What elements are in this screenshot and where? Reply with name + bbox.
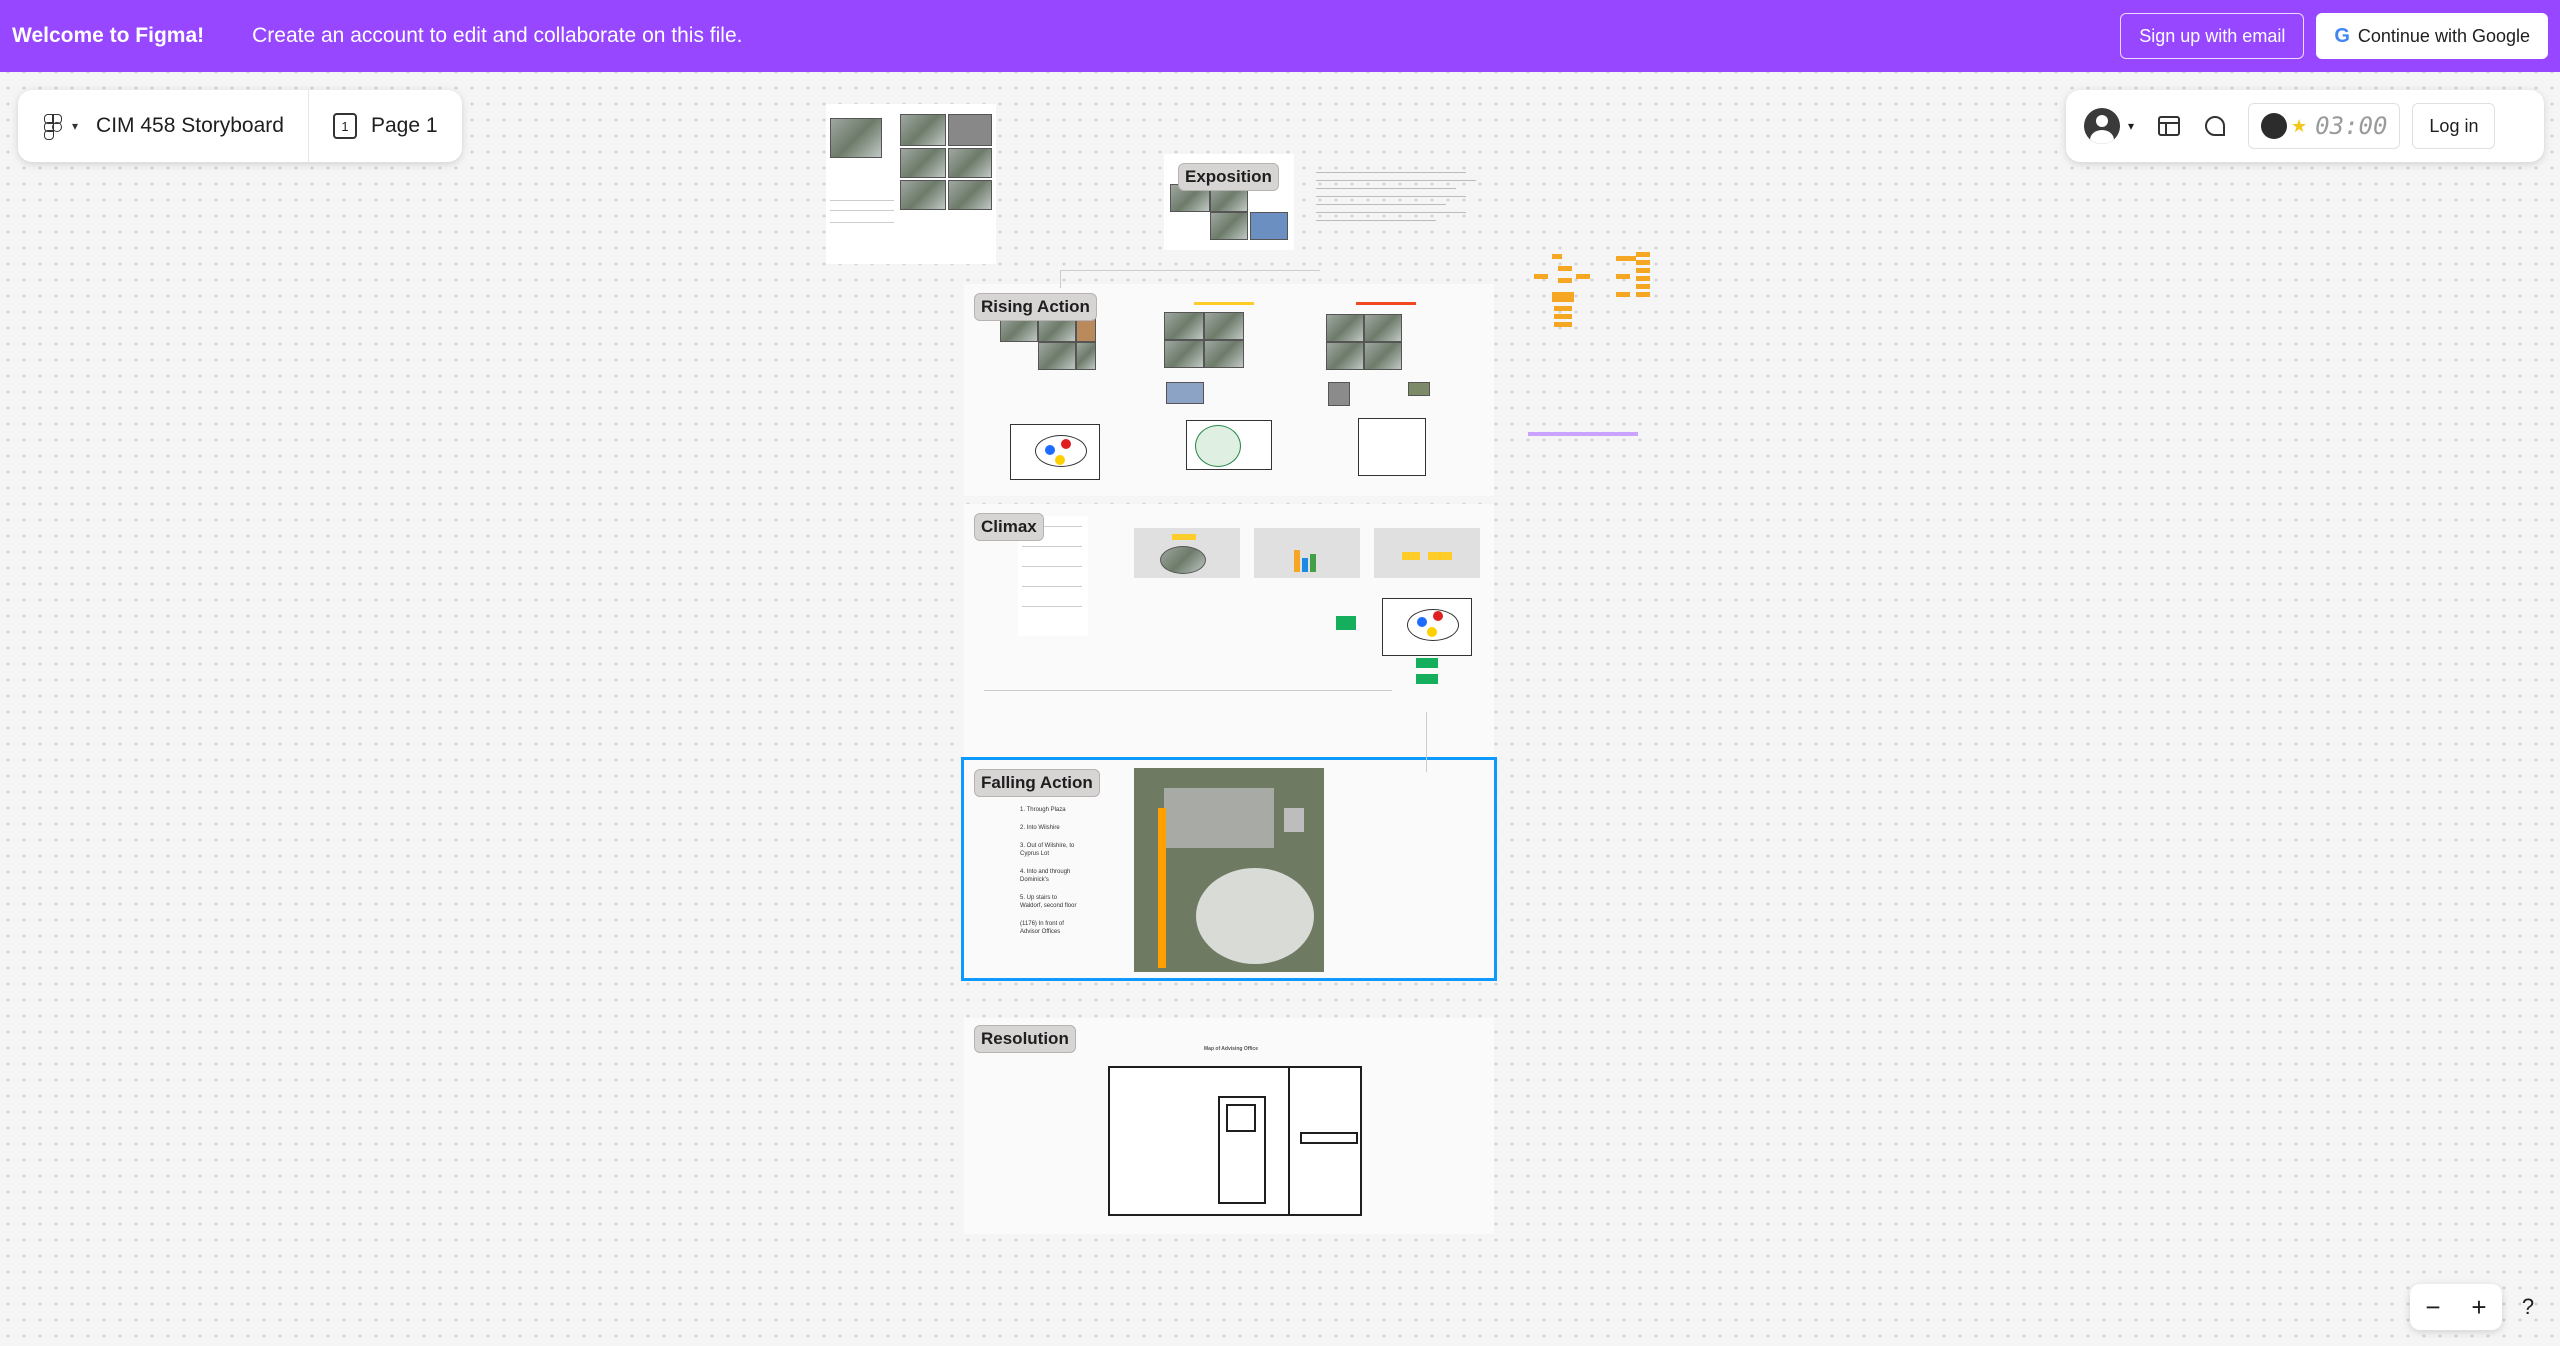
aerial-map-image <box>1134 768 1324 972</box>
google-icon: G <box>2334 24 2350 47</box>
map-sketch <box>1186 420 1272 470</box>
exposition-notes <box>1316 168 1484 228</box>
reference-image <box>948 114 992 146</box>
exposition-image <box>1210 212 1248 240</box>
reference-image <box>900 148 946 178</box>
map-sketch <box>1358 418 1426 476</box>
zoom-controls: − + <box>2410 1284 2502 1330</box>
falling-action-label: Falling Action <box>974 769 1100 797</box>
canvas[interactable]: Exposition Rising Action Climax 1. Throu… <box>0 72 2560 1346</box>
reference-board[interactable] <box>826 104 996 264</box>
map-sketch <box>1010 424 1100 480</box>
climax-label: Climax <box>974 513 1044 541</box>
falling-action-steps: 1. Through Plaza 2. Into Wilshire 3. Out… <box>1020 807 1077 935</box>
exposition-image <box>1250 212 1288 240</box>
continue-google-button[interactable]: G Continue with Google <box>2316 13 2548 59</box>
exposition-label: Exposition <box>1178 163 1279 191</box>
map-sketch <box>1382 598 1472 656</box>
table-line <box>830 200 894 201</box>
sign-up-email-button[interactable]: Sign up with email <box>2120 13 2305 59</box>
resolution-label: Resolution <box>974 1025 1076 1053</box>
connector-line <box>1426 712 1427 772</box>
connector-line <box>1060 270 1320 271</box>
banner-welcome-text: Welcome to Figma! <box>12 24 205 47</box>
reference-image <box>830 118 882 158</box>
table-line <box>830 210 894 211</box>
continue-google-label: Continue with Google <box>2357 25 2530 46</box>
sticky-notes-cluster[interactable] <box>1528 242 1668 436</box>
rising-action-label: Rising Action <box>974 293 1097 321</box>
zoom-in-icon[interactable]: + <box>2471 1292 2486 1323</box>
climax-frame[interactable] <box>964 504 1494 796</box>
welcome-banner: Welcome to Figma! Create an account to e… <box>0 0 2560 72</box>
resolution-caption: Map of Advising Office <box>1204 1046 1258 1052</box>
banner-subtitle: Create an account to edit and collaborat… <box>252 24 743 47</box>
zoom-out-icon[interactable]: − <box>2425 1292 2440 1323</box>
table-line <box>830 222 894 223</box>
reference-image <box>900 180 946 210</box>
reference-image <box>948 148 992 178</box>
reference-image <box>900 114 946 146</box>
help-icon[interactable]: ? <box>2508 1284 2548 1330</box>
office-door-sketch <box>1108 1066 1362 1216</box>
connector-line <box>1060 270 1061 288</box>
reference-image <box>948 180 992 210</box>
